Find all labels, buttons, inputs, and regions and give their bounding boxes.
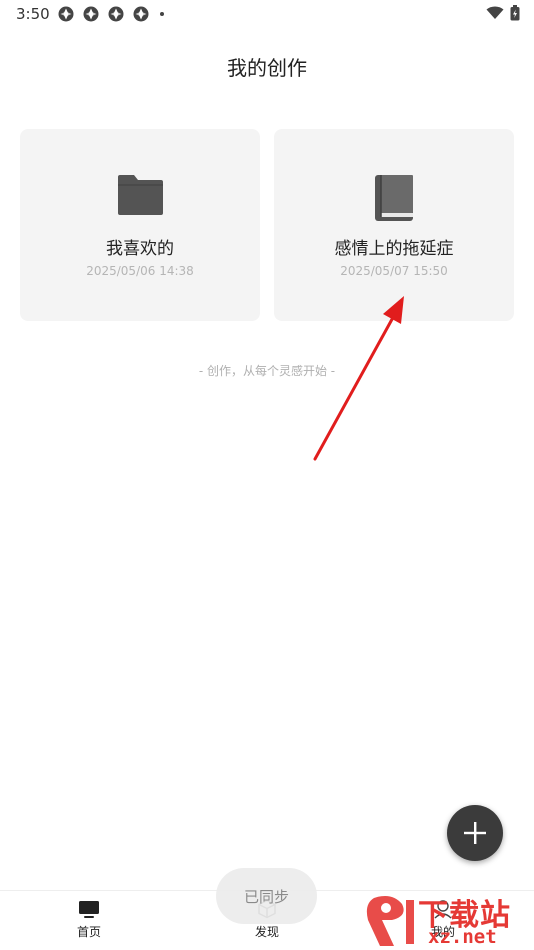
- collection-card-book[interactable]: 感情上的拖延症 2025/05/07 15:50: [274, 129, 514, 321]
- app-notification-icon: [58, 6, 74, 22]
- card-date: 2025/05/06 14:38: [86, 264, 194, 278]
- sync-label: 已同步: [243, 888, 289, 906]
- home-tv-icon: [79, 901, 99, 918]
- wifi-icon: [486, 6, 504, 19]
- page-title: 我的创作: [227, 56, 307, 80]
- empty-hint: - 创作，从每个灵感开始 -: [198, 364, 336, 378]
- status-time: 3:50: [16, 5, 50, 23]
- plus-icon: [464, 822, 486, 844]
- create-fab-button[interactable]: [447, 805, 503, 861]
- folder-icon: [118, 175, 163, 215]
- app-notification-icon: [83, 6, 99, 22]
- site-watermark: 下载站 xz.net: [362, 888, 534, 950]
- nav-label: 首页: [76, 925, 101, 939]
- card-date: 2025/05/07 15:50: [340, 264, 448, 278]
- watermark-logo-icon: [366, 896, 414, 946]
- sync-status-pill: 已同步: [216, 868, 317, 924]
- more-notifications-dot: [160, 12, 164, 16]
- watermark-url: xz.net: [428, 926, 497, 948]
- nav-item-home[interactable]: 首页: [44, 899, 134, 940]
- book-icon: [375, 175, 413, 221]
- notification-icons: [58, 6, 164, 22]
- battery-icon: [510, 5, 520, 21]
- app-notification-icon: [108, 6, 124, 22]
- card-title: 感情上的拖延症: [334, 239, 454, 259]
- collection-card-favorites[interactable]: 我喜欢的 2025/05/06 14:38: [20, 129, 260, 321]
- status-right-icons: [486, 5, 520, 21]
- app-notification-icon: [133, 6, 149, 22]
- nav-label: 发现: [254, 925, 279, 939]
- card-title: 我喜欢的: [106, 239, 174, 259]
- status-bar: 3:50: [0, 0, 534, 28]
